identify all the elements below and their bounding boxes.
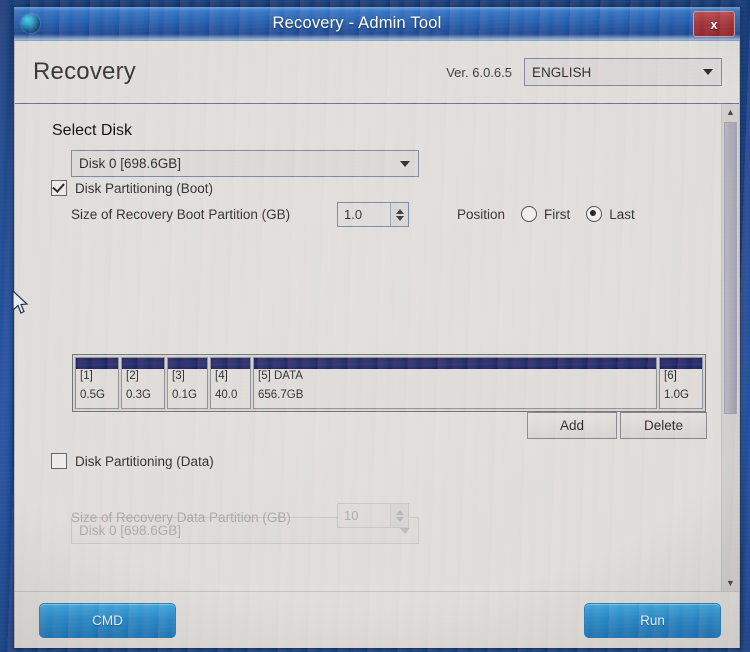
- chevron-down-icon[interactable]: ▼: [722, 575, 739, 591]
- footer-bar: CMD Run: [15, 591, 739, 648]
- partition-6-id: [6]: [664, 370, 677, 382]
- partition-bar: [122, 358, 164, 369]
- partition-3-size: 0.1G: [172, 389, 197, 401]
- partition-4-size: 40.0: [215, 389, 238, 401]
- chevron-up-icon[interactable]: ▲: [722, 104, 739, 120]
- partition-6-size: 1.0G: [664, 389, 689, 401]
- scrollbar-thumb[interactable]: [724, 122, 737, 414]
- radio-first[interactable]: [521, 206, 538, 222]
- disk-partitioning-data-label: Disk Partitioning (Data): [75, 453, 214, 469]
- app-header: Recovery Ver. 6.0.6.5 ENGLISH: [15, 41, 739, 104]
- version-label: Ver. 6.0.6.5: [446, 64, 512, 80]
- partition-block-1[interactable]: [1] 0.5G: [75, 357, 119, 409]
- screen-photo: Recovery - Admin Tool x Recovery Ver. 6.…: [0, 0, 750, 652]
- page-title: Recovery: [33, 58, 136, 85]
- partition-block-4[interactable]: [4] 40.0: [210, 357, 251, 409]
- partition-5-id: [5] DATA: [258, 370, 303, 382]
- data-partition-size-value: 10: [344, 508, 359, 523]
- partition-block-5[interactable]: [5] DATA 656.7GB: [253, 357, 657, 409]
- boot-partition-size-stepper[interactable]: 1.0: [337, 202, 409, 227]
- stepper-up-icon[interactable]: [395, 208, 404, 214]
- select-disk-label: Select Disk: [52, 122, 133, 139]
- select-disk-value: Disk 0 [698.6GB]: [79, 156, 182, 171]
- stepper-down-icon[interactable]: [395, 215, 404, 221]
- language-select-value: ENGLISH: [532, 64, 592, 80]
- partition-1-size: 0.5G: [80, 389, 105, 401]
- chevron-down-icon: [703, 69, 713, 75]
- partition-2-id: [2]: [126, 370, 139, 382]
- partition-block-6[interactable]: [6] 1.0G: [659, 357, 703, 409]
- partition-bar: [254, 358, 656, 369]
- position-last-label: Last: [609, 206, 635, 222]
- partition-5-size: 656.7GB: [258, 389, 304, 401]
- disk-partitioning-boot-label: Disk Partitioning (Boot): [75, 180, 214, 196]
- disk-partitioning-boot-checkbox-row[interactable]: Disk Partitioning (Boot): [51, 180, 213, 196]
- globe-icon: [21, 14, 40, 33]
- select-disk-dropdown[interactable]: Disk 0 [698.6GB]: [71, 150, 419, 177]
- position-option-last[interactable]: Last: [586, 206, 635, 222]
- partition-4-id: [4]: [215, 370, 228, 382]
- window-title: Recovery - Admin Tool: [272, 14, 442, 32]
- delete-partition-button[interactable]: Delete: [620, 412, 707, 439]
- vertical-scrollbar[interactable]: ▲ ▼: [721, 104, 739, 591]
- recovery-admin-tool-window: Recovery - Admin Tool x Recovery Ver. 6.…: [13, 6, 741, 649]
- partition-1-id: [1]: [80, 370, 93, 382]
- cmd-button[interactable]: CMD: [39, 603, 176, 638]
- data-partition-size-stepper: 10: [337, 503, 409, 528]
- add-partition-button[interactable]: Add: [527, 412, 617, 439]
- position-first-label: First: [544, 206, 571, 222]
- disk-partitioning-data-checkbox-row[interactable]: Disk Partitioning (Data): [51, 453, 214, 469]
- partition-bar: [168, 358, 207, 369]
- position-label: Position: [457, 206, 506, 222]
- content-area: Select Disk Disk 0 [698.6GB] Disk Partit…: [15, 104, 739, 591]
- partition-block-3[interactable]: [3] 0.1G: [167, 357, 208, 409]
- chevron-down-icon: [400, 527, 410, 534]
- boot-partition-size-value: 1.0: [344, 207, 363, 222]
- title-bar: Recovery - Admin Tool x: [14, 7, 740, 41]
- radio-last[interactable]: [586, 206, 603, 222]
- stepper-down-icon: [395, 516, 404, 522]
- run-button[interactable]: Run: [584, 603, 721, 638]
- scrollbar-track[interactable]: [722, 120, 739, 575]
- stepper-buttons: [390, 504, 408, 527]
- partition-bar: [660, 358, 702, 369]
- partition-3-id: [3]: [172, 370, 185, 382]
- partition-2-size: 0.3G: [126, 389, 151, 401]
- data-disk-value: Disk 0 [698.6GB]: [79, 523, 182, 538]
- disk-partitioning-data-checkbox[interactable]: [51, 453, 67, 469]
- data-partition-size-label: Size of Recovery Data Partition (GB): [71, 510, 291, 525]
- partition-block-2[interactable]: [2] 0.3G: [121, 357, 165, 409]
- position-option-first[interactable]: First: [521, 206, 570, 222]
- partition-bar: [76, 358, 118, 369]
- language-select[interactable]: ENGLISH: [524, 58, 722, 86]
- partition-bar: [211, 358, 250, 369]
- position-radio-group: Position First Last: [457, 206, 635, 222]
- stepper-buttons[interactable]: [390, 203, 408, 226]
- window-body: Recovery Ver. 6.0.6.5 ENGLISH Select Dis…: [14, 41, 740, 648]
- close-button[interactable]: x: [693, 11, 735, 37]
- chevron-down-icon: [400, 160, 410, 167]
- settings-panel: Select Disk Disk 0 [698.6GB] Disk Partit…: [15, 104, 721, 591]
- boot-partition-size-label: Size of Recovery Boot Partition (GB): [71, 207, 291, 222]
- partition-map: [1] 0.5G [2] 0.3G [3] 0.1G [4] 40.0 [5] …: [72, 354, 706, 412]
- disk-partitioning-boot-checkbox[interactable]: [51, 180, 67, 196]
- stepper-up-icon: [395, 509, 404, 515]
